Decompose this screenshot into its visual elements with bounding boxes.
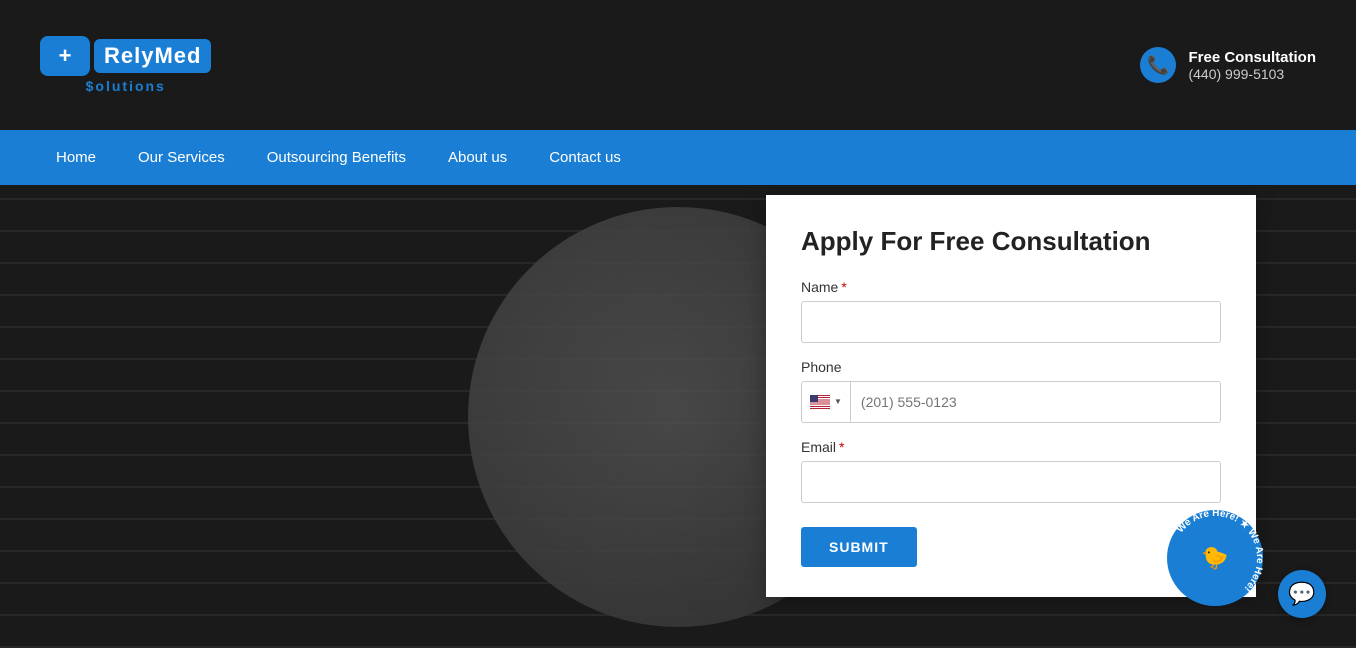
header: + RelyMed $olutions 📞 Free Consultation …: [0, 0, 1356, 130]
chat-bubble-icon: 💬: [1288, 581, 1315, 607]
phone-icon: 📞: [1140, 47, 1176, 83]
nav-items: Home Our Services Outsourcing Benefits A…: [40, 141, 637, 174]
name-required: *: [841, 279, 846, 295]
duck-emoji: 🐤: [1201, 545, 1228, 570]
phone-flag-dropdown[interactable]: ▼: [802, 382, 851, 422]
submit-button[interactable]: SUBMIT: [801, 527, 917, 567]
nav-link-outsourcing-benefits[interactable]: Outsourcing Benefits: [251, 141, 422, 174]
email-field-group: Email*: [801, 439, 1221, 503]
nav-link-our-services[interactable]: Our Services: [122, 141, 241, 174]
nav-link-about-us[interactable]: About us: [432, 141, 523, 174]
email-required: *: [839, 439, 844, 455]
flag-chevron-icon: ▼: [834, 397, 842, 406]
chat-button[interactable]: 💬: [1278, 570, 1326, 618]
logo[interactable]: + RelyMed $olutions: [40, 36, 211, 94]
sidebar-item-contact-us[interactable]: Contact us: [533, 141, 637, 174]
phone-number[interactable]: (440) 999-5103: [1188, 66, 1316, 82]
logo-plus-icon: +: [59, 43, 72, 69]
phone-label: Phone: [801, 359, 1221, 375]
logo-icon: +: [40, 36, 90, 76]
we-are-here-sticker: We Are Here! ★ We Are Here! 🐤: [1160, 503, 1270, 613]
nav-link-home[interactable]: Home: [40, 141, 112, 174]
contact-text: Free Consultation (440) 999-5103: [1188, 49, 1316, 82]
email-label: Email*: [801, 439, 1221, 455]
hero-section: Apply For Free Consultation Name* Phone …: [0, 185, 1356, 648]
name-label: Name*: [801, 279, 1221, 295]
navbar: Home Our Services Outsourcing Benefits A…: [0, 130, 1356, 185]
sidebar-item-home[interactable]: Home: [40, 141, 112, 174]
phone-field-group: Phone ▼: [801, 359, 1221, 423]
free-consultation-label: Free Consultation: [1188, 49, 1316, 66]
name-field-group: Name*: [801, 279, 1221, 343]
logo-text-box: RelyMed: [94, 39, 211, 73]
phone-number-input[interactable]: [851, 382, 1220, 422]
phone-input-wrapper: ▼: [801, 381, 1221, 423]
us-flag-icon: [810, 395, 830, 409]
sidebar-item-about-us[interactable]: About us: [432, 141, 523, 174]
nav-link-contact-us[interactable]: Contact us: [533, 141, 637, 174]
contact-info: 📞 Free Consultation (440) 999-5103: [1140, 47, 1316, 83]
logo-subtitle: $olutions: [86, 78, 166, 94]
email-input[interactable]: [801, 461, 1221, 503]
sidebar-item-outsourcing-benefits[interactable]: Outsourcing Benefits: [251, 141, 422, 174]
logo-brand-text: RelyMed: [104, 43, 201, 68]
form-title: Apply For Free Consultation: [801, 225, 1221, 259]
name-input[interactable]: [801, 301, 1221, 343]
chat-widget[interactable]: We Are Here! ★ We Are Here! 🐤 💬: [1160, 503, 1326, 618]
sidebar-item-our-services[interactable]: Our Services: [122, 141, 241, 174]
